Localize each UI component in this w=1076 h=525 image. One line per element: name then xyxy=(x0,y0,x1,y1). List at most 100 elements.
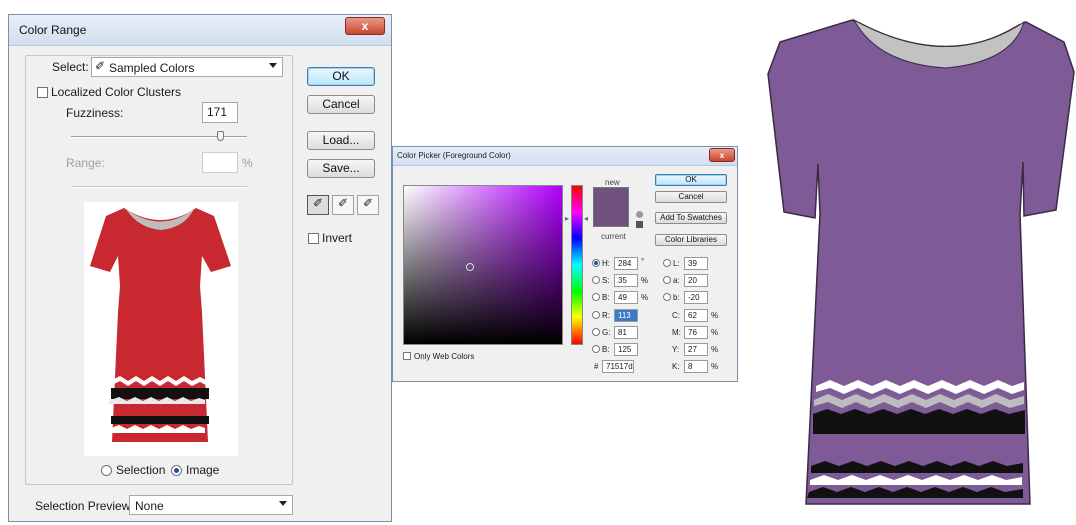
l-input[interactable]: 39 xyxy=(684,257,708,270)
chevron-down-icon xyxy=(279,501,287,506)
h-unit: ° xyxy=(641,257,645,266)
localized-label: Localized Color Clusters xyxy=(51,85,182,99)
result-dress-graphic xyxy=(767,18,1075,505)
result-dress-image xyxy=(760,14,1076,522)
blue-input[interactable]: 125 xyxy=(614,343,638,356)
radio-a[interactable] xyxy=(663,276,671,284)
selection-preview xyxy=(84,202,238,456)
radio-h[interactable] xyxy=(592,259,600,267)
range-label: Range: xyxy=(66,156,105,170)
eyedropper-plus-icon: ✐ xyxy=(337,196,349,210)
radio-b[interactable] xyxy=(592,293,600,301)
color-field-cursor[interactable] xyxy=(466,263,474,271)
save-button[interactable]: Save... xyxy=(307,159,375,178)
m-input[interactable]: 76 xyxy=(684,326,708,339)
preview-mode-label: Selection Preview: xyxy=(35,499,134,513)
hex-input[interactable]: 71517d xyxy=(602,360,634,373)
b-input[interactable]: 49 xyxy=(614,291,638,304)
radio-r[interactable] xyxy=(592,311,600,319)
load-button[interactable]: Load... xyxy=(307,131,375,150)
web-safe-icon[interactable] xyxy=(636,221,643,228)
k-label: K: xyxy=(672,362,680,371)
k-input[interactable]: 8 xyxy=(684,360,708,373)
c-unit: % xyxy=(711,311,719,320)
s-input[interactable]: 35 xyxy=(614,274,638,287)
radio-blue[interactable] xyxy=(592,345,600,353)
fuzziness-slider-handle[interactable] xyxy=(217,131,224,141)
preview-dress-image xyxy=(90,208,231,442)
hex-label: # xyxy=(594,362,599,371)
range-slider-track xyxy=(71,186,247,188)
fuzziness-input[interactable]: 171 xyxy=(202,102,238,123)
ok-button[interactable]: OK xyxy=(307,67,375,86)
add-to-swatches-button[interactable]: Add To Swatches xyxy=(655,212,727,224)
y-unit: % xyxy=(711,345,719,354)
c-input[interactable]: 62 xyxy=(684,309,708,322)
dialog-title: Color Range xyxy=(19,23,87,37)
title-bar: Color Range x xyxy=(9,15,391,46)
h-label: H: xyxy=(602,259,610,268)
preview-mode-dropdown[interactable]: None xyxy=(129,495,293,515)
add-to-sample-button[interactable]: ✐ xyxy=(332,195,354,215)
color-libraries-button[interactable]: Color Libraries xyxy=(655,234,727,246)
radio-selection-label: Selection xyxy=(116,463,166,477)
preview-mode-value: None xyxy=(135,499,164,513)
radio-s[interactable] xyxy=(592,276,600,284)
c-label: C: xyxy=(672,311,680,320)
m-label: M: xyxy=(672,328,681,337)
color-range-dialog: Color Range x Select: ✐ Sampled Colors L… xyxy=(8,14,392,522)
select-label: Select: xyxy=(52,60,89,74)
range-unit: % xyxy=(242,156,253,170)
localized-checkbox[interactable] xyxy=(37,87,48,98)
lab-b-input[interactable]: -20 xyxy=(684,291,708,304)
s-unit: % xyxy=(641,276,649,285)
radio-lab-b[interactable] xyxy=(663,293,671,301)
g-label: G: xyxy=(602,328,611,337)
radio-image[interactable] xyxy=(171,465,182,476)
color-field[interactable] xyxy=(403,185,563,345)
radio-l[interactable] xyxy=(663,259,671,267)
close-button[interactable]: x xyxy=(345,17,385,35)
y-input[interactable]: 27 xyxy=(684,343,708,356)
range-input xyxy=(202,152,238,173)
invert-checkbox[interactable] xyxy=(308,233,319,244)
cancel-button[interactable]: Cancel xyxy=(307,95,375,114)
lab-b-label: b: xyxy=(673,293,680,302)
k-unit: % xyxy=(711,362,719,371)
b-unit: % xyxy=(641,293,649,302)
hue-slider-right-arrow[interactable]: ◂ xyxy=(584,214,588,223)
cancel-button[interactable]: Cancel xyxy=(655,191,727,203)
only-web-colors-checkbox[interactable] xyxy=(403,352,411,360)
select-dropdown[interactable]: ✐ Sampled Colors xyxy=(91,57,283,77)
eyedropper-icon: ✐ xyxy=(312,196,324,210)
radio-selection[interactable] xyxy=(101,465,112,476)
s-label: S: xyxy=(602,276,610,285)
h-input[interactable]: 284 xyxy=(614,257,638,270)
dialog-title: Color Picker (Foreground Color) xyxy=(397,151,511,160)
eyedropper-minus-icon: ✐ xyxy=(362,196,374,210)
color-swatch xyxy=(593,187,629,227)
cube-warning-icon[interactable] xyxy=(636,211,643,218)
current-label: current xyxy=(601,232,626,241)
radio-image-label: Image xyxy=(186,463,220,477)
select-value: Sampled Colors xyxy=(109,61,195,75)
g-input[interactable]: 81 xyxy=(614,326,638,339)
subtract-from-sample-button[interactable]: ✐ xyxy=(357,195,379,215)
a-input[interactable]: 20 xyxy=(684,274,708,287)
hue-slider[interactable] xyxy=(571,185,583,345)
r-input[interactable]: 113 xyxy=(614,309,638,322)
b-label: B: xyxy=(602,293,610,302)
new-label: new xyxy=(605,178,620,187)
invert-label: Invert xyxy=(322,231,353,245)
hue-slider-left-arrow[interactable]: ▸ xyxy=(565,214,569,223)
radio-g[interactable] xyxy=(592,328,600,336)
eyedropper-icon: ✐ xyxy=(95,59,106,73)
close-button[interactable]: x xyxy=(709,148,735,162)
m-unit: % xyxy=(711,328,719,337)
eyedropper-tool-button[interactable]: ✐ xyxy=(307,195,329,215)
title-bar: Color Picker (Foreground Color) x xyxy=(393,147,737,166)
color-picker-dialog: Color Picker (Foreground Color) x ▸ ◂ ne… xyxy=(392,146,738,382)
ok-button[interactable]: OK xyxy=(655,174,727,186)
r-label: R: xyxy=(602,311,610,320)
fuzziness-value: 171 xyxy=(207,105,228,119)
